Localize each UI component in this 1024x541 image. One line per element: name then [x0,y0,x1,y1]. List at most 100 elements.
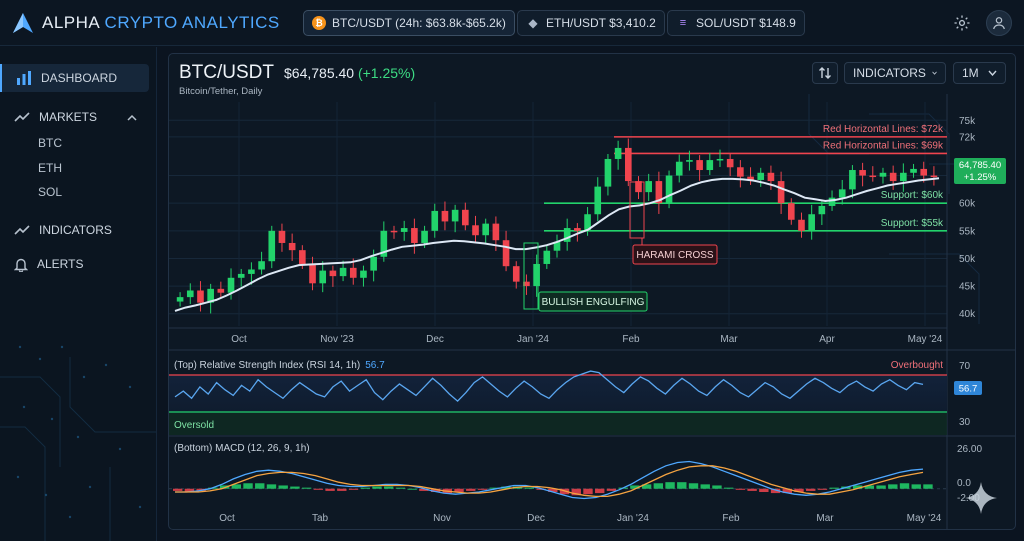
harami-cross-label: HARAMI CROSS [636,250,714,261]
candle-body [360,270,367,278]
sidebar-item-dashboard[interactable]: DASHBOARD [0,64,149,92]
sidebar-item-indicators[interactable]: INDICATORS [0,216,149,244]
macd-bar [911,484,921,489]
candle-body [869,175,877,178]
x-tick-label: May '24 [907,513,942,524]
candle-body [472,225,479,236]
pair-price-change: (+1.25%) [357,65,416,81]
candle-body [767,172,775,182]
candle-body [614,147,622,159]
price-tick-label: 75k [959,116,976,127]
bell-icon [14,258,28,272]
rsi-title-text: (Top) Relative Strength Index (RSI 14, 1… [174,360,360,371]
candle-body [299,250,306,264]
ticker-label: ETH/USDT $3,410.2 [546,16,656,30]
macd-x-axis: Oct Tab Nov Dec Jan '24 Feb Mar May '24 [219,513,942,524]
top-bar: ALPHA CRYPTO ANALYTICS ₿ BTC/USDT (24h: … [0,0,1024,46]
macd-bar [477,488,488,490]
candle-body [594,186,602,215]
candle-body [400,228,408,232]
price-tick-label: 72k [959,132,976,143]
x-tick-label: Oct [231,334,247,345]
rsi-oversold-label: Oversold [174,420,214,431]
ticker-label: SOL/USDT $148.9 [696,16,796,30]
candle-body [787,203,795,220]
chevron-up-icon[interactable] [127,114,137,121]
chart-canvas[interactable]: Red Horizontal Lines: $69k Red Horizontal… [169,54,1016,530]
sidebar-item-alerts[interactable]: ALERTS [0,250,149,278]
macd-bar [243,483,253,489]
x-tick-label: Nov [433,513,451,524]
price-tick-label: 40k [959,309,976,320]
price-tick-label: 45k [959,282,976,293]
brand[interactable]: ALPHA CRYPTO ANALYTICS [12,10,280,36]
candle-body [757,172,765,180]
ticker-sol[interactable]: ≡ SOL/USDT $148.9 [667,10,805,36]
candle-body [716,158,724,161]
candle-body [624,147,632,182]
macd-bar [278,485,288,489]
x-tick-label: Mar [816,513,834,524]
candle-body [502,240,510,267]
indicators-dropdown[interactable]: INDICATORS [844,62,946,84]
ticker-btc[interactable]: ₿ BTC/USDT (24h: $63.8k-$65.2k) [303,10,515,36]
settings-gear-icon[interactable] [950,11,974,35]
x-tick-label: Dec [527,513,545,524]
macd-bar [888,484,898,489]
macd-bar [595,488,605,494]
bitcoin-icon: ₿ [312,16,326,30]
macd-bar [348,488,359,490]
rsi-oversold-zone [169,413,947,435]
swap-toggle-button[interactable] [812,62,838,84]
candle-body [329,270,337,277]
user-avatar-icon[interactable] [986,10,1012,36]
pair-price: $64,785.40 (+1.25%) [284,65,415,81]
sidebar-subitem-btc[interactable]: BTC [38,136,62,150]
indicators-dropdown-label: INDICATORS [853,66,926,80]
candle-body [889,172,897,182]
timeframe-dropdown[interactable]: 1M [953,62,1006,84]
macd-bar [395,487,406,489]
rsi-value-tag-text: 56.7 [959,384,978,395]
price-tick-label: 50k [959,254,976,265]
candle-body [197,290,204,303]
x-tick-label: Nov '23 [320,334,354,345]
pair-price-value: $64,785.40 [284,65,355,81]
macd-bar [876,485,886,489]
sidebar-subitem-eth[interactable]: ETH [38,161,62,175]
sidebar-item-markets[interactable]: MARKETS [0,103,149,131]
rsi-title: (Top) Relative Strength Index (RSI 14, 1… [174,360,385,371]
candle-body [309,263,316,284]
macd-tick-label: 26.00 [957,444,982,455]
macd-bar [290,486,300,489]
candle-body [543,250,551,264]
swap-arrows-icon [819,67,831,79]
x-tick-label: May '24 [908,334,943,345]
candle-body [176,297,184,302]
macd-bar [407,488,417,490]
candle-body [574,228,581,231]
x-tick-label: Feb [722,513,740,524]
candle-body [186,290,194,298]
rsi-overbought-label: Overbought [891,360,943,371]
candle-body [451,209,459,222]
macd-bar [735,488,746,490]
last-price-change: +1.25% [964,172,997,183]
x-tick-label: Dec [426,334,444,345]
macd-bar [466,488,476,491]
price-tick-label: 60k [959,199,976,210]
candle-body [227,277,235,293]
candle-body [288,242,296,251]
candle-body [533,263,540,287]
last-price-value: 64,785.40 [959,160,1001,171]
ethereum-icon: ◆ [528,16,538,30]
candle-body [217,288,225,293]
sidebar-subitem-sol[interactable]: SOL [38,185,62,199]
candle-body [798,219,805,231]
x-tick-label: Jan '24 [517,334,549,345]
sidebar: DASHBOARD MARKETS BTC ETH SOL INDICATORS… [0,47,157,541]
candle-body [920,168,928,176]
macd-bar [677,482,687,489]
ticker-eth[interactable]: ◆ ETH/USDT $3,410.2 [517,10,665,36]
brand-name-part1: ALPHA [42,13,100,32]
